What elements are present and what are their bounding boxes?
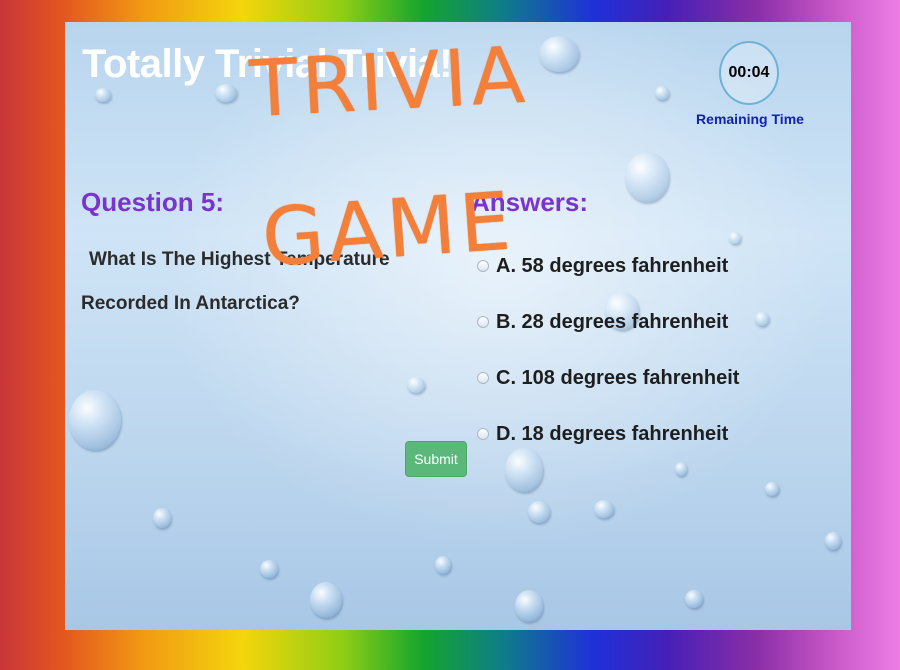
water-drop (765, 482, 779, 496)
question-text: What Is The Highest Temperature Recorded… (81, 249, 390, 314)
answer-list: A. 58 degrees fahrenheit B. 28 degrees f… (477, 238, 739, 462)
question-heading: Question 5: (81, 187, 225, 217)
answer-option-a[interactable]: A. 58 degrees fahrenheit (477, 238, 739, 294)
water-drop (655, 86, 669, 100)
radio-button[interactable] (477, 428, 489, 440)
radio-button[interactable] (477, 372, 489, 384)
water-drop (528, 501, 550, 523)
timer-value: 00:04 (728, 64, 770, 81)
timer-label: Remaining Time (696, 111, 804, 127)
answer-option-d[interactable]: D. 18 degrees fahrenheit (477, 406, 739, 462)
radio-button[interactable] (477, 316, 489, 328)
water-drop (675, 462, 687, 476)
water-drop (69, 390, 121, 450)
water-drop (435, 556, 451, 574)
water-drop (685, 590, 703, 608)
answer-option-c[interactable]: C. 108 degrees fahrenheit (477, 350, 739, 406)
answer-label: C. 108 degrees fahrenheit (496, 366, 740, 389)
radio-button[interactable] (477, 260, 489, 272)
answer-option-b[interactable]: B. 28 degrees fahrenheit (477, 294, 739, 350)
answer-label: B. 28 degrees fahrenheit (496, 310, 729, 333)
water-drop (515, 590, 543, 622)
water-drop (539, 36, 579, 72)
submit-button[interactable]: Submit (405, 441, 467, 477)
water-drop (153, 508, 171, 528)
answer-label: A. 58 degrees fahrenheit (496, 254, 729, 277)
countdown-timer: 00:04 (719, 41, 779, 105)
water-drop (407, 377, 425, 393)
water-drop (260, 560, 278, 578)
answers-heading: Answers: (471, 187, 589, 217)
page-title: Totally Trivial Trivia! (82, 42, 453, 86)
answer-label: D. 18 degrees fahrenheit (496, 422, 729, 445)
game-panel: Totally Trivial Trivia! 00:04 Remaining … (65, 22, 851, 630)
water-drop (95, 88, 111, 102)
water-drop (310, 582, 342, 618)
water-drop (594, 500, 614, 518)
water-drop (825, 532, 841, 550)
water-drop (755, 312, 769, 326)
water-drop (625, 152, 669, 202)
